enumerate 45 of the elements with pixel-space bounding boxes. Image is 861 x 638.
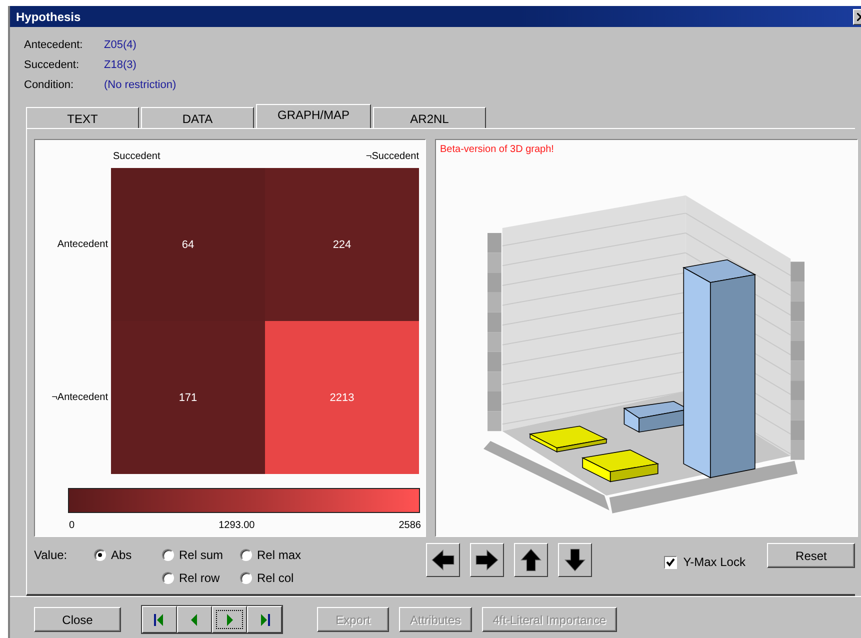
close-dialog-button[interactable]: Close	[34, 607, 121, 632]
navigation-button[interactable]	[177, 606, 212, 633]
value-radio[interactable]: Rel sum	[162, 548, 240, 562]
reset-button[interactable]: Reset	[767, 543, 855, 568]
scale-label: 1293.00	[218, 520, 255, 531]
info-label: Succedent:	[24, 58, 80, 73]
value-radio[interactable]: Rel col	[240, 570, 330, 584]
rotate-button[interactable]	[426, 543, 460, 577]
info-value: Z05(4)	[104, 38, 138, 53]
info-label: Antecedent:	[24, 38, 84, 53]
heatmap-cell: 171	[111, 321, 265, 474]
value-label: Value:	[34, 548, 68, 562]
rotate-button[interactable]	[470, 543, 504, 577]
heatmap-cell: 64	[111, 168, 265, 321]
tab[interactable]: GRAPH/MAP	[256, 104, 371, 128]
tab[interactable]: TEXT	[26, 107, 139, 128]
value-radio[interactable]: Abs	[94, 548, 162, 562]
tab[interactable]: DATA	[141, 107, 254, 128]
ymax-lock-checkbox[interactable]: Y-Max Lock	[664, 553, 746, 571]
rotate-button[interactable]	[558, 543, 592, 577]
info-value: (No restriction)	[104, 78, 178, 93]
rotate-button[interactable]	[514, 543, 548, 577]
scale-label: 2586	[398, 520, 421, 531]
arrow-icon	[430, 547, 456, 573]
tab[interactable]: AR2NL	[373, 107, 486, 128]
heatmap-cell: 2213	[265, 321, 419, 474]
heatmap-cell: 224	[265, 168, 419, 321]
navigation-button[interactable]	[212, 606, 247, 633]
info-value: Z18(3)	[104, 58, 138, 73]
value-radio[interactable]: Rel row	[162, 570, 240, 584]
window-title: Hypothesis	[16, 10, 81, 24]
column-header: ¬Succedent	[364, 151, 419, 164]
row-header: Antecedent	[56, 239, 109, 250]
arrow-icon	[474, 547, 500, 573]
value-radio[interactable]: Rel max	[240, 548, 330, 562]
row-header: ¬Antecedent	[50, 392, 109, 403]
arrow-icon	[562, 547, 588, 573]
navigation-button[interactable]	[247, 606, 282, 633]
arrow-icon	[518, 547, 544, 573]
column-header: Succedent	[112, 151, 162, 164]
scale-label: 0	[69, 520, 75, 531]
check-icon	[666, 558, 676, 566]
info-label: Condition:	[24, 78, 75, 93]
beta-note: Beta-version of 3D graph!	[440, 144, 555, 155]
navigation-button[interactable]	[142, 606, 177, 633]
